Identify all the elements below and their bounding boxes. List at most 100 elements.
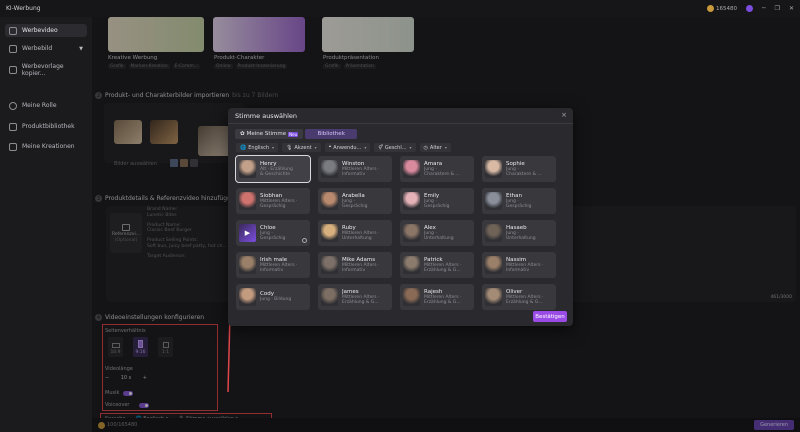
modal-title: Stimme auswählen [235,112,298,120]
divider [228,123,573,124]
filter-gender[interactable]: ⚥ Geschl... ▾ [374,143,416,152]
avatar [321,288,338,306]
voice-info: Ethan Jung · Gesprächig [506,193,532,210]
globe-icon: 🌐 [240,144,247,151]
voice-desc: Unterhaltung [506,236,536,241]
chevron-down-icon: ▾ [314,145,317,150]
voice-card[interactable]: Ethan Jung · Gesprächig [482,188,556,214]
chevron-down-icon: ▾ [364,145,367,150]
voice-card[interactable]: Siobhan Mittleren Alters · Gesprächig [236,188,310,214]
voice-card[interactable]: Sophie Jung · Charaktere & ... [482,156,556,182]
tab-library[interactable]: Bibliothek [305,129,358,139]
voice-card[interactable]: Cody Jung · Bildung [236,284,310,310]
voice-desc: Erzählung & G... [506,300,543,305]
voice-info: Chloe Jung · Gesprächig [260,225,286,242]
voice-info: Nassim Mittleren Alters · Informativ [506,257,543,274]
voice-info: Winston Mittleren Alters · Informativ [342,161,379,178]
voice-desc: & Geschichte [260,172,290,177]
voice-card[interactable]: Winston Mittleren Alters · Informativ [318,156,392,182]
chevron-down-icon: ▾ [444,145,447,150]
avatar [239,192,256,210]
voice-desc: Jung · Bildung [260,297,292,303]
voice-card[interactable]: Amara Jung · Charaktere & ... [400,156,474,182]
voice-desc: Erzählung & G... [342,300,379,305]
voice-card[interactable]: Mike Adams Mittleren Alters · Informativ [318,252,392,278]
voice-info: Hasaeb Jung · Unterhaltung [506,225,536,242]
voice-desc: Gesprächig [260,204,286,209]
avatar [239,160,256,178]
avatar [485,224,502,242]
voice-card[interactable]: Nassim Mittleren Alters · Informativ [482,252,556,278]
voice-card[interactable]: Emily Jung · Gesprächig [400,188,474,214]
avatar [239,288,256,306]
filter-usecase[interactable]: ❝ Anwendu... ▾ [324,143,371,152]
avatar [403,192,420,210]
voice-info: Irish male Mittleren Alters · Informativ [260,257,297,274]
voice-info: Amara Jung · Charaktere & ... [424,161,460,178]
chevron-down-icon: ▾ [409,145,412,150]
voice-desc: Unterhaltung [342,236,372,241]
voice-desc: Erzählung & G... [424,300,461,305]
voice-desc: Gesprächig [506,204,532,209]
voice-desc: Informativ [260,268,284,273]
avatar [403,160,420,178]
avatar [321,160,338,178]
voice-info: Patrick Mittleren Alters · Erzählung & G..… [424,257,461,274]
voice-desc: Unterhaltung [424,236,454,241]
voice-desc: Charaktere & ... [424,172,460,177]
voice-info: Sophie Jung · Charaktere & ... [506,161,542,178]
avatar [321,192,338,210]
avatar [403,288,420,306]
voice-card[interactable]: Alex Jung · Unterhaltung [400,220,474,246]
voice-info: Mike Adams Mittleren Alters · Informativ [342,257,379,274]
voice-card[interactable]: Rajesh Mittleren Alters · Erzählung & G... [400,284,474,310]
voice-card[interactable]: Irish male Mittleren Alters · Informativ [236,252,310,278]
avatar [485,256,502,274]
quote-icon: ❝ [328,144,332,151]
voice-info: Cody Jung · Bildung [260,291,291,303]
voice-desc: Gesprächig [342,204,368,209]
avatar [485,288,502,306]
voice-card[interactable]: Oliver Mittleren Alters · Erzählung & G... [482,284,556,310]
voice-info: Emily Jung · Gesprächig [424,193,450,210]
voice-card[interactable]: Patrick Mittleren Alters · Erzählung & G..… [400,252,474,278]
avatar [239,256,256,274]
voice-card[interactable]: ▶ Chloe Jung · Gesprächig [236,220,310,246]
tab-my-voice[interactable]: ✿ Meine Stimme Neu [235,129,304,139]
avatar [321,224,338,242]
chevron-down-icon: ▾ [272,145,275,150]
voice-card[interactable]: James Mittleren Alters · Erzählung & G... [318,284,392,310]
filter-accent[interactable]: 🎙 Akzent ▾ [282,143,321,152]
voice-info: Ruby Mittleren Alters · Unterhaltung [342,225,379,242]
voice-card[interactable]: Arabella Jung · Gesprächig [318,188,392,214]
voice-info: Alex Jung · Unterhaltung [424,225,454,242]
filter-language[interactable]: 🌐 Englisch ▾ [236,143,279,152]
avatar [485,160,502,178]
voice-tabs: ✿ Meine Stimme Neu Bibliothek [235,129,358,139]
avatar [321,256,338,274]
voice-desc: Informativ [342,172,366,177]
voice-grid: Henry Alt · Erzählung & Geschichte Winston M… [235,155,556,310]
close-icon[interactable]: × [561,111,567,119]
voice-card[interactable]: Ruby Mittleren Alters · Unterhaltung [318,220,392,246]
voice-desc: Gesprächig [260,236,286,241]
avatar [403,224,420,242]
avatar [403,256,420,274]
voice-filters: 🌐 Englisch ▾ 🎙 Akzent ▾ ❝ Anwendu... ▾ ⚥ Geschl… [236,143,451,152]
gender-icon: ⚥ [378,144,383,151]
voice-desc: Informativ [342,268,366,273]
filter-age[interactable]: ◷ Alter ▾ [419,143,451,152]
mic-icon: 🎙 [286,144,293,151]
voice-card[interactable]: Hasaeb Jung · Unterhaltung [482,220,556,246]
clock-icon: ◷ [423,144,428,151]
voice-icon: ✿ [240,131,245,137]
voice-info: James Mittleren Alters · Erzählung & G... [342,289,379,306]
voice-desc: Gesprächig [424,204,450,209]
voice-desc: Erzählung & G... [424,268,461,273]
avatar [485,192,502,210]
voice-info: Rajesh Mittleren Alters · Erzählung & G... [424,289,461,306]
confirm-button[interactable]: Bestätigen [533,311,567,322]
voice-card[interactable]: Henry Alt · Erzählung & Geschichte [235,155,311,183]
radio-icon[interactable] [302,238,307,243]
voice-desc: Charaktere & ... [506,172,542,177]
